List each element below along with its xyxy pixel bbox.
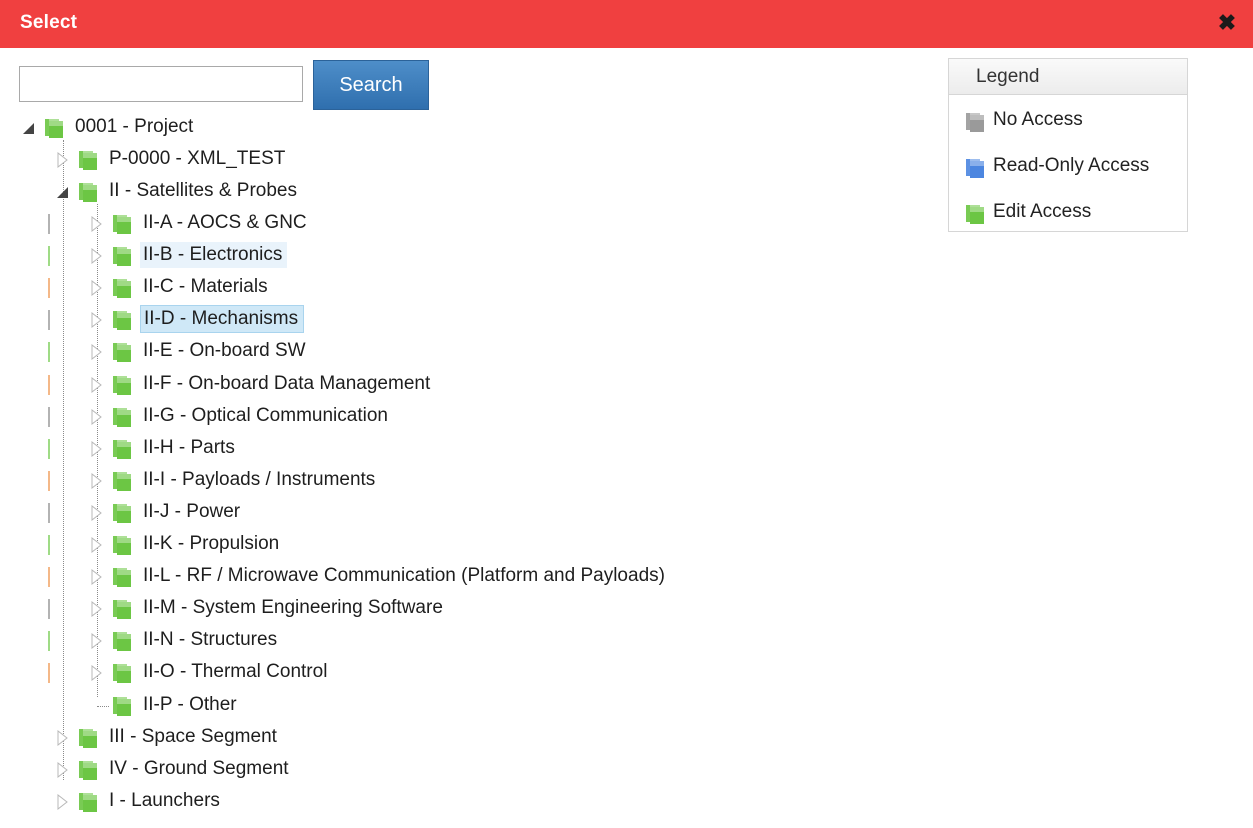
collapsed-arrow-icon[interactable] [90, 279, 104, 297]
folder-green-icon [76, 727, 100, 754]
folder-green-icon [110, 662, 134, 689]
legend-item-label: Edit Access [993, 201, 1092, 222]
tree-node-label[interactable]: II-M - System Engineering Software [140, 595, 448, 621]
tree-node-label[interactable]: II-H - Parts [140, 435, 240, 461]
collapsed-arrow-icon[interactable] [90, 536, 104, 554]
collapsed-arrow-icon[interactable] [56, 793, 70, 811]
margin-marker [48, 470, 50, 491]
search-input[interactable] [19, 66, 303, 102]
legend-title: Legend [949, 59, 1187, 95]
folder-green-icon [110, 598, 134, 625]
tree-node-label[interactable]: II-L - RF / Microwave Communication (Pla… [140, 563, 670, 589]
collapsed-arrow-icon[interactable] [90, 376, 104, 394]
folder-green-icon [963, 203, 987, 233]
collapsed-arrow-icon[interactable] [90, 664, 104, 682]
folder-green-icon [110, 470, 134, 497]
margin-marker [48, 214, 50, 234]
legend-item-label: Read-Only Access [993, 155, 1150, 176]
collapsed-arrow-icon[interactable] [90, 440, 104, 458]
collapsed-arrow-icon[interactable] [90, 247, 104, 265]
tree-node-label[interactable]: P-0000 - XML_TEST [106, 146, 290, 172]
collapsed-arrow-icon[interactable] [90, 311, 104, 329]
tree-node-label[interactable]: II-C - Materials [140, 274, 273, 300]
tree-node-label[interactable]: II-F - On-board Data Management [140, 371, 435, 397]
legend-panel: Legend No Access Read-Only Access Edit Acc… [948, 58, 1188, 232]
margin-marker [48, 374, 50, 395]
folder-green-icon [110, 438, 134, 465]
folder-blue-icon [963, 157, 987, 187]
collapsed-arrow-icon[interactable] [56, 761, 70, 779]
tree-node-label[interactable]: II-O - Thermal Control [140, 659, 332, 685]
collapsed-arrow-icon[interactable] [90, 568, 104, 586]
collapsed-arrow-icon[interactable] [90, 472, 104, 490]
margin-marker [48, 535, 50, 555]
folder-green-icon [110, 213, 134, 240]
folder-green-icon [76, 149, 100, 176]
tree-guide-line [97, 706, 109, 707]
collapsed-arrow-icon[interactable] [90, 215, 104, 233]
folder-green-icon [110, 374, 134, 401]
collapsed-arrow-icon[interactable] [90, 632, 104, 650]
tree-node-label[interactable]: II-I - Payloads / Instruments [140, 467, 380, 493]
expanded-arrow-icon[interactable] [56, 184, 70, 200]
margin-marker [48, 631, 50, 652]
folder-green-icon [110, 695, 134, 722]
margin-marker [48, 406, 50, 427]
dialog-title: Select [20, 12, 78, 33]
folder-green-icon [110, 341, 134, 368]
tree-node-label[interactable]: II-P - Other [140, 692, 242, 718]
collapsed-arrow-icon[interactable] [56, 151, 70, 169]
tree-node-label[interactable]: 0001 - Project [72, 114, 198, 140]
margin-marker [48, 663, 50, 684]
folder-green-icon [110, 245, 134, 272]
folder-green-icon [110, 566, 134, 593]
folder-green-icon [76, 791, 100, 818]
margin-marker [48, 438, 50, 459]
collapsed-arrow-icon[interactable] [90, 343, 104, 361]
folder-green-icon [110, 309, 134, 336]
legend-item-label: No Access [993, 109, 1083, 130]
search-button[interactable]: Search [313, 60, 429, 110]
folder-green-icon [76, 759, 100, 786]
collapsed-arrow-icon[interactable] [90, 600, 104, 618]
tree-node-label[interactable]: II-J - Power [140, 499, 245, 525]
folder-green-icon [110, 406, 134, 433]
tree-node-label[interactable]: II-N - Structures [140, 627, 282, 653]
collapsed-arrow-icon[interactable] [90, 408, 104, 426]
margin-marker [48, 310, 50, 331]
margin-marker [48, 278, 50, 299]
dialog-titlebar: Select ✖ [0, 0, 1253, 48]
tree-guide-line [63, 140, 64, 780]
tree-node-label[interactable]: IV - Ground Segment [106, 756, 294, 782]
tree-node-label[interactable]: II-B - Electronics [140, 242, 288, 268]
tree-node-label[interactable]: II-G - Optical Communication [140, 403, 393, 429]
tree-node-label[interactable]: III - Space Segment [106, 724, 282, 750]
collapsed-arrow-icon[interactable] [90, 504, 104, 522]
close-icon[interactable]: ✖ [1215, 11, 1239, 35]
folder-green-icon [110, 277, 134, 304]
folder-gray-icon [963, 111, 987, 141]
tree-node-label[interactable]: II-D - Mechanisms [140, 305, 305, 333]
folder-green-icon [110, 630, 134, 657]
tree-node-label[interactable]: II-E - On-board SW [140, 338, 311, 364]
folder-green-icon [110, 502, 134, 529]
folder-green-icon [110, 534, 134, 561]
margin-marker [48, 567, 50, 588]
tree-node-label[interactable]: II - Satellites & Probes [106, 178, 302, 204]
tree-node-label[interactable]: I - Launchers [106, 788, 225, 814]
tree-node-label[interactable]: II-K - Propulsion [140, 531, 284, 557]
margin-marker [48, 502, 50, 523]
margin-marker [48, 342, 50, 363]
collapsed-arrow-icon[interactable] [56, 729, 70, 747]
expanded-arrow-icon[interactable] [22, 120, 36, 136]
tree-node-label[interactable]: II-A - AOCS & GNC [140, 210, 312, 236]
margin-marker [48, 599, 50, 620]
margin-marker [48, 246, 50, 267]
